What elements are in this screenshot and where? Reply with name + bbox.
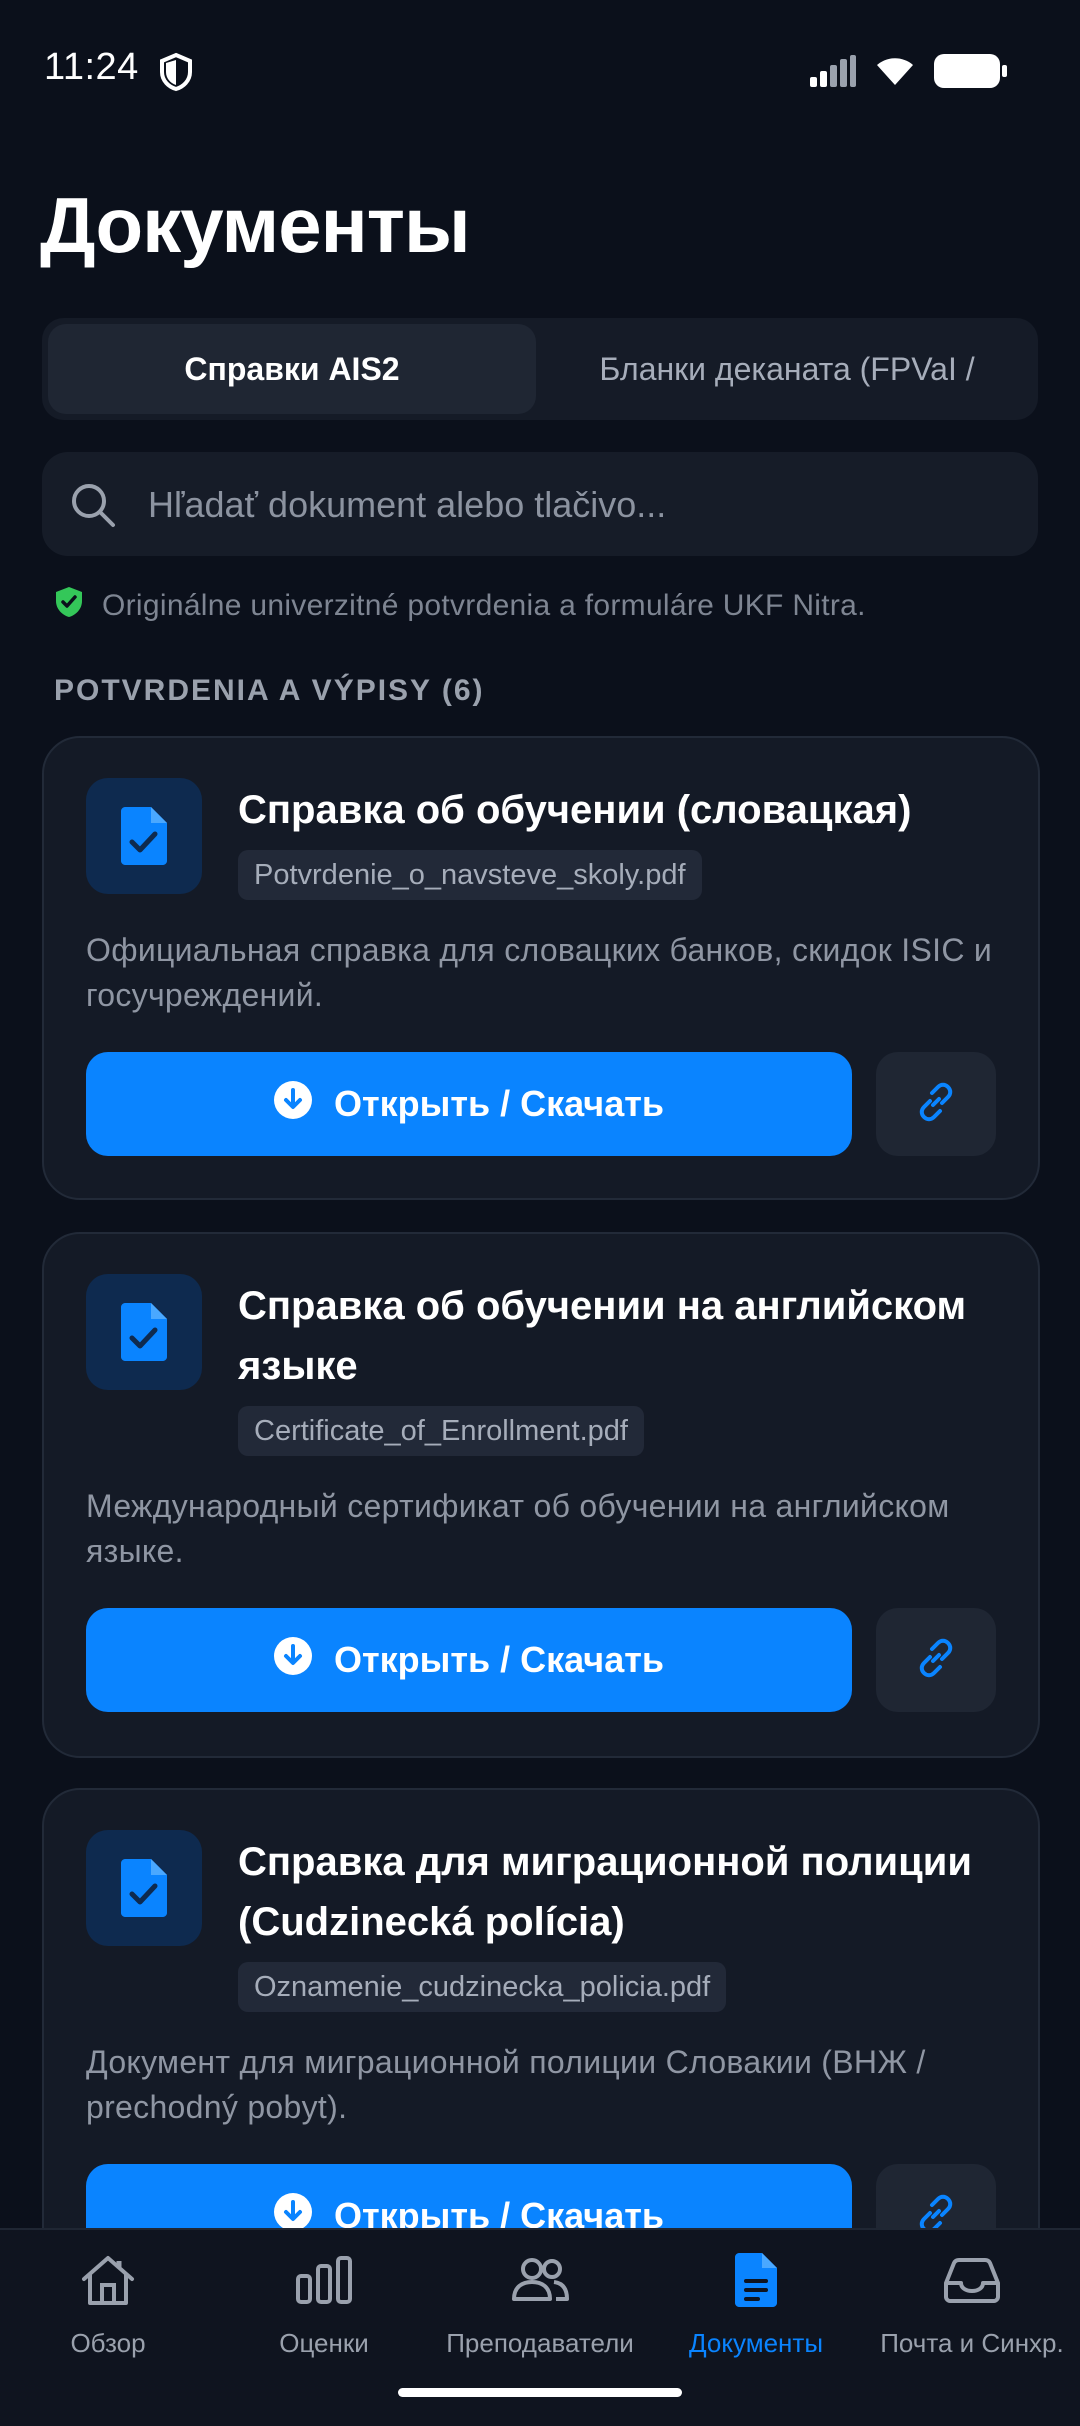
page-title: Документы (40, 181, 471, 269)
search-bar (42, 452, 1038, 556)
nav-item-documents[interactable]: Документы (648, 2252, 864, 2359)
nav-label: Почта и Синхр. (880, 2328, 1064, 2358)
copy-link-button[interactable] (876, 1052, 996, 1156)
verified-shield-icon (54, 586, 84, 626)
section-header: POTVRDENIA A VÝPISY (6) (54, 674, 485, 707)
document-description: Документ для миграционной полиции Словак… (86, 2044, 926, 2125)
tab-dean-forms[interactable]: Бланки деканата (FPVaI / (542, 324, 1032, 414)
segment-tabs: Справки AIS2 Бланки деканата (FPVaI / (42, 318, 1038, 420)
nav-item-grades[interactable]: Оценки (216, 2252, 432, 2359)
nav-label: Обзор (70, 2328, 146, 2358)
nav-item-teachers[interactable]: Преподаватели (432, 2252, 648, 2359)
search-input[interactable] (146, 474, 1010, 536)
status-time: 11:24 (44, 46, 139, 88)
open-download-label: Открыть / Скачать (334, 1639, 664, 1680)
nav-item-mail-sync[interactable]: Почта и Синхр. (864, 2252, 1080, 2359)
copy-link-button[interactable] (876, 1608, 996, 1712)
document-card: Справка об обучении на английском языке … (42, 1232, 1040, 1758)
document-title: Справка об обучении (словацкая) (238, 788, 912, 832)
document-check-icon (86, 1830, 202, 1946)
status-indicators (810, 54, 1008, 93)
signal-icon (810, 55, 856, 92)
file-name-badge: Certificate_of_Enrollment.pdf (238, 1406, 644, 1456)
home-icon (78, 2252, 138, 2308)
nav-label: Преподаватели (446, 2328, 634, 2358)
open-download-button[interactable]: Открыть / Скачать (86, 1608, 852, 1712)
link-icon (913, 1635, 959, 1686)
document-check-icon (86, 778, 202, 894)
inbox-icon (942, 2252, 1002, 2308)
nav-label: Документы (688, 2328, 824, 2358)
download-icon (274, 1636, 312, 1684)
document-title: Справка об обучении на английском языке (238, 1284, 967, 1388)
file-name-badge: Oznamenie_cudzinecka_policia.pdf (238, 1962, 727, 2012)
document-check-icon (86, 1274, 202, 1390)
file-name-badge: Potvrdenie_o_navsteve_skoly.pdf (238, 850, 702, 900)
home-indicator[interactable] (398, 2388, 682, 2397)
nav-label: Оценки (279, 2328, 369, 2358)
wifi-icon (874, 55, 916, 92)
document-title: Справка для миграционной полиции (Cudzin… (238, 1840, 972, 1944)
info-note-text: Originálne univerzitné potvrdenia a form… (102, 589, 866, 622)
open-download-button[interactable]: Открыть / Скачать (86, 1052, 852, 1156)
open-download-label: Открыть / Скачать (334, 1083, 664, 1124)
bar-chart-icon (294, 2252, 354, 2308)
battery-icon (934, 54, 1008, 93)
document-description: Международный сертификат об обучении на … (86, 1488, 950, 1569)
shield-icon (158, 52, 194, 92)
people-icon (510, 2252, 570, 2308)
document-description: Официальная справка для словацких банков… (86, 932, 993, 1013)
nav-item-overview[interactable]: Обзор (0, 2252, 216, 2359)
link-icon (913, 1079, 959, 1130)
tab-ais2-certificates[interactable]: Справки AIS2 (48, 324, 536, 414)
download-icon (274, 1080, 312, 1128)
document-card: Справка об обучении (словацкая) Potvrden… (42, 736, 1040, 1200)
document-icon (726, 2252, 786, 2308)
search-icon (70, 482, 116, 528)
info-note: Originálne univerzitné potvrdenia a form… (54, 586, 866, 626)
